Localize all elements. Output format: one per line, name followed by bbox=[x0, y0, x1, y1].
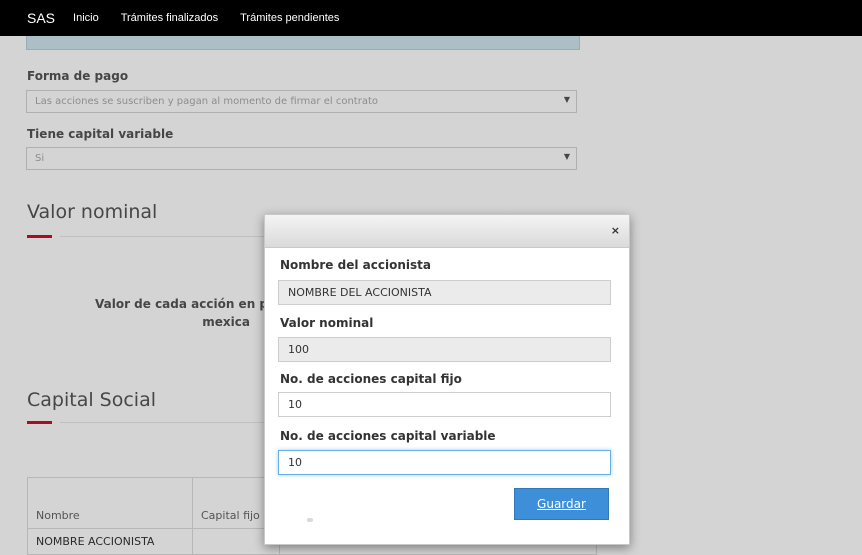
nav-link-inicio[interactable]: Inicio bbox=[73, 12, 99, 24]
acciones-capital-fijo-label: No. de acciones capital fijo bbox=[280, 372, 462, 386]
valor-nominal-input[interactable] bbox=[278, 337, 611, 362]
acciones-capital-variable-input[interactable] bbox=[278, 450, 611, 475]
modal-header: × bbox=[265, 215, 629, 248]
close-icon[interactable]: × bbox=[611, 224, 620, 237]
nav-link-tramites-pendientes[interactable]: Trámites pendientes bbox=[240, 12, 339, 24]
acciones-capital-variable-label: No. de acciones capital variable bbox=[280, 429, 496, 443]
acciones-capital-fijo-input[interactable] bbox=[278, 392, 611, 417]
guardar-button[interactable]: Guardar bbox=[514, 488, 609, 520]
loading-indicator bbox=[307, 518, 313, 522]
nav-link-tramites-finalizados[interactable]: Trámites finalizados bbox=[121, 12, 218, 24]
top-navbar: SAS Inicio Trámites finalizados Trámites… bbox=[0, 0, 862, 36]
accionista-modal: × Nombre del accionista Valor nominal No… bbox=[264, 214, 630, 545]
brand-logo[interactable]: SAS bbox=[27, 10, 55, 26]
nombre-accionista-label: Nombre del accionista bbox=[280, 258, 431, 272]
nombre-accionista-input[interactable] bbox=[278, 280, 611, 305]
valor-nominal-label: Valor nominal bbox=[280, 316, 374, 330]
